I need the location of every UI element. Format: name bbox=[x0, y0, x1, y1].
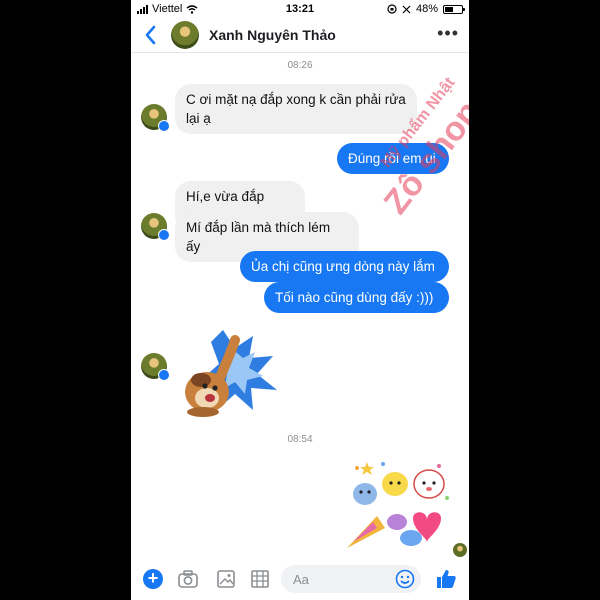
outgoing-message[interactable]: Đúng rồi em ui bbox=[337, 143, 449, 174]
message-text-line: C ơi mặt nạ đắp xong k cần phải rửa bbox=[186, 92, 406, 107]
contact-avatar-small[interactable] bbox=[141, 213, 170, 241]
dog-sticker[interactable] bbox=[173, 318, 283, 418]
camera-icon[interactable] bbox=[177, 569, 199, 589]
timestamp: 08:54 bbox=[287, 434, 313, 445]
contact-avatar-small[interactable] bbox=[141, 353, 170, 381]
incoming-message[interactable]: C ơi mặt nạ đắp xong k cần phải rửa lại … bbox=[175, 84, 417, 134]
messenger-badge-icon bbox=[158, 369, 170, 381]
timestamp: 08:26 bbox=[287, 60, 313, 71]
battery-percent: 48% bbox=[415, 3, 438, 15]
outgoing-message[interactable]: Ủa chị cũng ưng dòng này lắm bbox=[240, 251, 449, 282]
message-text: Mí đắp lần mà thích lém ấy bbox=[186, 220, 331, 254]
message-text-line: lại ạ bbox=[186, 111, 211, 126]
composer-bar: + Aa bbox=[131, 560, 469, 600]
messenger-screen: Viettel 13:21 48% Xanh Nguyên Thảo ••• 0… bbox=[131, 0, 469, 600]
back-arrow-icon[interactable] bbox=[139, 22, 163, 48]
message-text: Đúng rồi em ui bbox=[348, 151, 436, 166]
thumbs-up-icon[interactable] bbox=[434, 567, 458, 591]
seen-avatar bbox=[453, 543, 467, 557]
message-text: Ủa chị cũng ưng dòng này lắm bbox=[251, 259, 435, 274]
status-bar: Viettel 13:21 48% bbox=[131, 0, 469, 18]
more-options-icon[interactable]: ••• bbox=[437, 24, 459, 42]
rotation-lock-icon bbox=[387, 4, 397, 14]
emoji-icon[interactable] bbox=[395, 569, 415, 589]
messenger-badge-icon bbox=[158, 120, 170, 132]
alarm-icon bbox=[402, 5, 411, 13]
outgoing-message[interactable]: Tối nào cũng dùng đấy :))) bbox=[264, 282, 449, 313]
conversation-header: Xanh Nguyên Thảo ••• bbox=[131, 18, 469, 53]
plus-icon[interactable]: + bbox=[143, 569, 163, 589]
contact-avatar-small[interactable] bbox=[141, 104, 170, 132]
contact-avatar[interactable] bbox=[171, 21, 199, 49]
messenger-badge-icon bbox=[158, 229, 170, 241]
battery-icon bbox=[443, 4, 465, 14]
message-input[interactable]: Aa bbox=[281, 565, 421, 593]
message-placeholder: Aa bbox=[293, 572, 309, 587]
photo-icon[interactable] bbox=[215, 569, 237, 589]
grid-icon[interactable] bbox=[249, 569, 271, 589]
message-text: Tối nào cũng dùng đấy :))) bbox=[275, 290, 434, 305]
celebration-sticker[interactable] bbox=[343, 458, 455, 554]
contact-name[interactable]: Xanh Nguyên Thảo bbox=[209, 27, 336, 43]
